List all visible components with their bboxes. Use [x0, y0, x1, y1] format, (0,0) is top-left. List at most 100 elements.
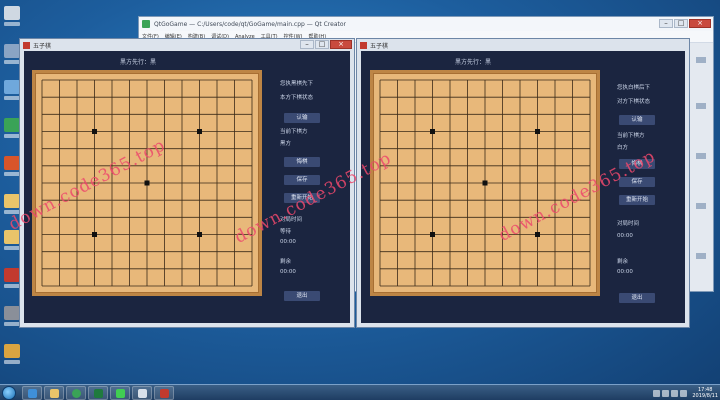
game-window-right[interactable]: 五子棋 黑方先行：黑 您执白棋后下 对方下棋状态 认输 当前下棋方 白方 悔棋 …: [356, 38, 690, 328]
star-point: [144, 180, 150, 186]
desktop-icon-browser[interactable]: [4, 118, 20, 140]
save-button[interactable]: 保存: [619, 177, 655, 187]
game-body-left: 黑方先行：黑 您执黑棋先下 本方下棋状态 认输 当前下棋方 黑方 悔棋 保存 重…: [24, 51, 350, 323]
maximize-button[interactable]: □: [315, 40, 329, 49]
exit-button[interactable]: 退出: [619, 293, 655, 303]
tray-volume-icon[interactable]: [671, 389, 679, 397]
game-window-left[interactable]: 五子棋 – □ × 黑方先行：黑 您执黑棋先下 本方下棋状态 认输 当前下棋方 …: [19, 38, 355, 328]
desktop-icon-network[interactable]: [4, 80, 20, 102]
note-icon: [138, 389, 147, 398]
star-point: [430, 129, 435, 134]
status-text: 黑方: [280, 141, 292, 147]
status-text: 00:00: [280, 239, 296, 245]
clock-date: 2019/8/11: [692, 393, 718, 399]
go-board[interactable]: [370, 70, 600, 296]
star-point: [482, 180, 488, 186]
restart-button[interactable]: 重新开始: [619, 195, 655, 205]
star-point: [197, 232, 202, 237]
maximize-button[interactable]: □: [674, 19, 688, 28]
taskbar-note[interactable]: [132, 386, 152, 400]
taskbar-ie[interactable]: [22, 386, 42, 400]
status-text: 等待: [280, 229, 292, 235]
panel-marker: [696, 153, 706, 159]
tray-flag-icon[interactable]: [653, 389, 661, 397]
panel-marker: [696, 203, 706, 209]
start-button[interactable]: [2, 386, 16, 400]
status-text: 对局时间: [617, 221, 640, 227]
ide-title-text: QtGoGame — C:/Users/code/qt/GoGame/main.…: [154, 20, 346, 28]
go-board[interactable]: [32, 70, 262, 296]
status-text: 本方下棋状态: [280, 95, 314, 101]
exit-button[interactable]: 退出: [284, 291, 320, 301]
desktop-icon-computer[interactable]: [4, 6, 20, 28]
panel-marker: [696, 103, 706, 109]
status-text: 剩余: [280, 259, 292, 265]
star-point: [92, 232, 97, 237]
explorer-icon: [50, 389, 59, 398]
status-text: 00:00: [280, 269, 296, 275]
star-point: [535, 232, 540, 237]
status-text: 白方: [617, 145, 629, 151]
taskbar-chrome[interactable]: [66, 386, 86, 400]
taskbar-qt[interactable]: [110, 386, 130, 400]
taskbar: 17:48 2019/8/11: [0, 384, 720, 400]
ie-icon: [28, 389, 37, 398]
desktop-icon-utility[interactable]: [4, 306, 20, 328]
game-body-right: 黑方先行：黑 您执白棋后下 对方下棋状态 认输 当前下棋方 白方 悔棋 保存 重…: [361, 51, 685, 323]
status-text: 对方下棋状态: [617, 99, 651, 105]
board-grid[interactable]: [35, 73, 259, 293]
undo-button[interactable]: 悔棋: [284, 157, 320, 167]
ide-titlebar[interactable]: QtGoGame — C:/Users/code/qt/GoGame/main.…: [139, 17, 713, 31]
desktop-icon-folder[interactable]: [4, 194, 20, 216]
status-text: 剩余: [617, 259, 629, 265]
game-app-icon: [360, 41, 367, 49]
status-text: 您执黑棋先下: [280, 81, 314, 87]
status-text: 当前下棋方: [280, 129, 308, 135]
game-titlebar-right[interactable]: 五子棋: [357, 39, 689, 51]
system-tray: 17:48 2019/8/11: [653, 386, 718, 400]
close-button[interactable]: ×: [330, 40, 352, 49]
desktop-icon-recycle-bin[interactable]: [4, 44, 20, 66]
game-title-left: 五子棋: [33, 42, 52, 50]
close-button[interactable]: ×: [689, 19, 711, 28]
star-point: [535, 129, 540, 134]
taskbar-explorer[interactable]: [44, 386, 64, 400]
star-point: [92, 129, 97, 134]
turn-label: 黑方先行：黑: [120, 59, 157, 66]
desktop-icon-app[interactable]: [4, 156, 20, 178]
chrome-icon: [72, 389, 81, 398]
panel-marker: [696, 253, 706, 259]
status-text: 当前下棋方: [617, 133, 645, 139]
undo-button[interactable]: 悔棋: [619, 159, 655, 169]
qt-app-icon: [142, 20, 150, 28]
taskbar-excel[interactable]: [88, 386, 108, 400]
tray-ime-icon[interactable]: [680, 389, 688, 397]
save-button[interactable]: 保存: [284, 175, 320, 185]
status-text: 00:00: [617, 269, 633, 275]
panel-marker: [696, 57, 706, 63]
desktop-icon-archive[interactable]: [4, 344, 20, 366]
game-app-icon: [23, 41, 30, 49]
tray-network-icon[interactable]: [662, 389, 670, 397]
board-grid[interactable]: [373, 73, 597, 293]
star-point: [197, 129, 202, 134]
minimize-button[interactable]: –: [300, 40, 314, 49]
restart-button[interactable]: 重新开始: [284, 193, 320, 203]
turn-label: 黑方先行：黑: [455, 59, 492, 66]
minimize-button[interactable]: –: [659, 19, 673, 28]
desktop-icon-tool[interactable]: [4, 230, 20, 252]
resign-button[interactable]: 认输: [619, 115, 655, 125]
taskbar-app[interactable]: [154, 386, 174, 400]
clock[interactable]: 17:48 2019/8/11: [692, 387, 718, 399]
desktop-icon-security[interactable]: [4, 268, 20, 290]
ide-window-controls: – □ ×: [659, 19, 711, 28]
game-title-right: 五子棋: [370, 42, 389, 50]
resign-button[interactable]: 认输: [284, 113, 320, 123]
excel-icon: [94, 389, 103, 398]
app-icon: [160, 389, 169, 398]
status-text: 您执白棋后下: [617, 85, 651, 91]
qt-icon: [116, 389, 125, 398]
status-text: 00:00: [617, 233, 633, 239]
ide-right-panel: [687, 43, 713, 291]
star-point: [430, 232, 435, 237]
